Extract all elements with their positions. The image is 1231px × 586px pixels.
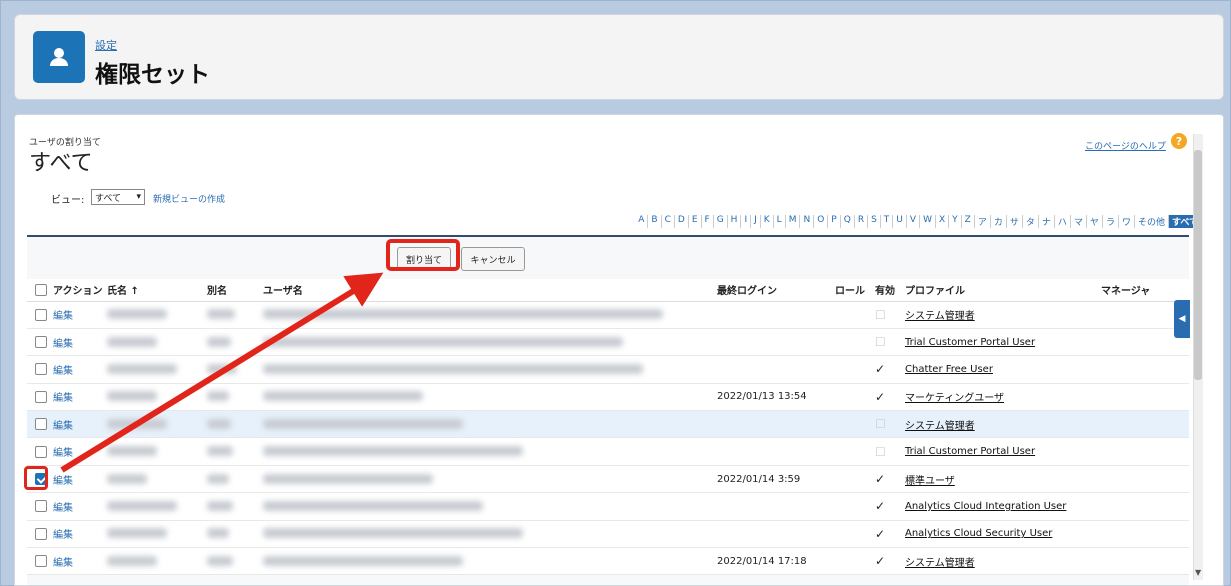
annotation-arrow (60, 272, 384, 473)
